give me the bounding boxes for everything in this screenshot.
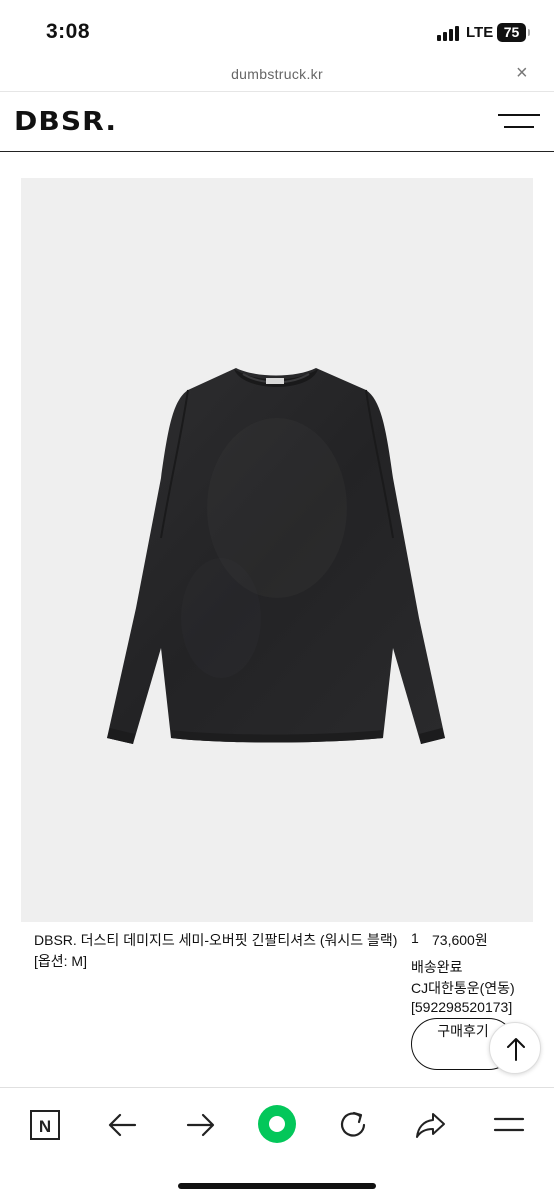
back-button[interactable] bbox=[103, 1104, 143, 1144]
more-menu-button[interactable] bbox=[489, 1104, 529, 1144]
menu-icon[interactable] bbox=[498, 112, 540, 132]
home-indicator bbox=[178, 1183, 376, 1189]
network-type: LTE bbox=[466, 24, 494, 41]
naver-icon: N bbox=[30, 1110, 60, 1140]
forward-button[interactable] bbox=[180, 1104, 220, 1144]
battery-icon: 75 bbox=[497, 23, 526, 42]
reload-icon bbox=[340, 1111, 366, 1137]
battery-cap bbox=[528, 29, 530, 36]
product-name[interactable]: DBSR. 더스티 데미지드 세미-오버핏 긴팔티셔츠 (워시드 블랙) bbox=[34, 930, 397, 950]
signal-icon bbox=[437, 25, 461, 41]
status-bar: 3:08 LTE 75 bbox=[0, 0, 554, 60]
arrow-right-icon bbox=[186, 1113, 215, 1137]
naver-home-button[interactable]: N bbox=[25, 1104, 65, 1144]
courier-name: CJ대한통운(연동) bbox=[411, 980, 515, 996]
hamburger-icon bbox=[493, 1117, 525, 1132]
address-bar[interactable]: dumbstruck.kr × bbox=[0, 60, 554, 92]
shipping-status: 배송완료 bbox=[411, 959, 463, 975]
product-option: [옵션: M] bbox=[34, 953, 87, 969]
share-button[interactable] bbox=[411, 1104, 451, 1144]
tshirt-image-icon bbox=[107, 368, 445, 744]
site-header: DBSR. bbox=[0, 92, 554, 152]
close-icon[interactable]: × bbox=[516, 62, 528, 85]
tracking-number[interactable]: [592298520173] bbox=[411, 999, 512, 1015]
green-dot-icon bbox=[258, 1105, 296, 1143]
arrow-left-icon bbox=[108, 1113, 137, 1137]
reload-button[interactable] bbox=[333, 1104, 373, 1144]
arrow-up-icon bbox=[507, 1038, 525, 1061]
site-logo[interactable]: DBSR. bbox=[14, 107, 117, 137]
product-image[interactable] bbox=[21, 178, 533, 922]
green-dot-button[interactable] bbox=[255, 1102, 299, 1146]
scroll-top-button[interactable] bbox=[489, 1022, 541, 1074]
status-time: 3:08 bbox=[46, 20, 91, 43]
svg-text:N: N bbox=[39, 1117, 51, 1136]
price: 73,600원 bbox=[432, 932, 488, 948]
share-icon bbox=[416, 1113, 445, 1138]
url-text[interactable]: dumbstruck.kr bbox=[0, 66, 554, 82]
quantity: 1 bbox=[411, 930, 419, 946]
